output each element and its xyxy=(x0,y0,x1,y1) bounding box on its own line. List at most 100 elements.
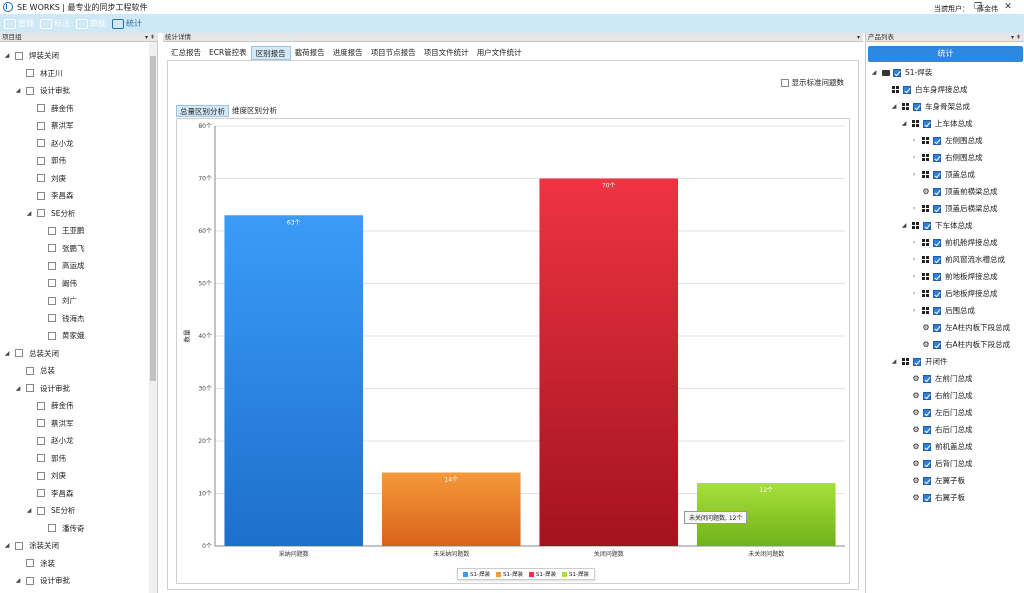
product-tree-item[interactable]: › 后地板焊接总成 xyxy=(910,285,998,302)
expand-arrow-icon[interactable]: ◢ xyxy=(14,87,22,94)
product-tree-item[interactable]: › 前地板焊接总成 xyxy=(910,268,998,285)
tree-checkbox[interactable] xyxy=(37,401,45,410)
tree-checkbox[interactable] xyxy=(37,174,45,182)
legend-item[interactable]: S1-焊装 xyxy=(561,570,589,578)
product-checkbox[interactable] xyxy=(933,238,941,247)
product-tree-item[interactable]: ◢ 开闭件 xyxy=(890,353,948,370)
product-checkbox[interactable] xyxy=(933,170,941,179)
manage-button[interactable]: 管理 xyxy=(4,18,34,29)
expand-arrow-icon[interactable]: › xyxy=(910,273,918,280)
product-checkbox[interactable] xyxy=(933,204,941,213)
product-checkbox[interactable] xyxy=(923,459,931,468)
product-checkbox[interactable] xyxy=(923,391,931,400)
tree-checkbox[interactable] xyxy=(26,384,34,392)
tree-checkbox[interactable] xyxy=(48,296,56,305)
project-tree-item[interactable]: 林正川 xyxy=(14,65,63,82)
analysis-subtab[interactable]: 维度区别分析 xyxy=(229,105,280,117)
project-tree-item[interactable]: 高运成 xyxy=(36,257,85,274)
product-tree-item[interactable]: ⚙ 右A柱内板下段总成 xyxy=(910,336,1010,353)
tree-checkbox[interactable] xyxy=(48,524,56,532)
expand-arrow-icon[interactable]: ◢ xyxy=(900,120,908,127)
tree-checkbox[interactable] xyxy=(48,331,56,340)
project-tree-item[interactable]: 李昌森 xyxy=(25,187,74,204)
expand-arrow-icon[interactable]: ◢ xyxy=(3,350,11,357)
project-tree-item[interactable]: 郭伟 xyxy=(25,450,66,467)
product-checkbox[interactable] xyxy=(923,442,931,451)
project-tree-item[interactable]: 刘庚 xyxy=(25,170,66,187)
tree-checkbox[interactable] xyxy=(37,104,45,112)
tree-checkbox[interactable] xyxy=(15,349,23,357)
tree-checkbox[interactable] xyxy=(48,244,56,252)
product-checkbox[interactable] xyxy=(913,102,921,111)
product-tree-item[interactable]: ⚙ 左A柱内板下段总成 xyxy=(910,319,1010,336)
report-tab[interactable]: ECR管控表 xyxy=(205,46,251,60)
product-tree-item[interactable]: 白车身焊接总成 xyxy=(880,81,968,98)
show-standard-checkbox[interactable] xyxy=(780,78,789,87)
tree-checkbox[interactable] xyxy=(26,559,34,567)
expand-arrow-icon[interactable]: › xyxy=(910,307,918,314)
report-tab[interactable]: 项目文件统计 xyxy=(420,46,473,60)
product-checkbox[interactable] xyxy=(933,340,941,349)
expand-arrow-icon[interactable]: ◢ xyxy=(3,542,11,549)
product-checkbox[interactable] xyxy=(923,374,931,383)
product-checkbox[interactable] xyxy=(933,153,941,162)
project-tree-item[interactable]: 张鹏飞 xyxy=(36,240,85,257)
product-checkbox[interactable] xyxy=(893,68,901,77)
expand-arrow-icon[interactable]: ◢ xyxy=(14,577,22,584)
project-tree-item[interactable]: ◢ 设计审批 xyxy=(14,82,70,99)
expand-arrow-icon[interactable]: ◢ xyxy=(3,52,11,59)
project-tree-item[interactable]: 阚伟 xyxy=(36,275,77,292)
tree-checkbox[interactable] xyxy=(37,209,45,217)
analysis-subtab[interactable]: 总量区别分析 xyxy=(176,105,229,117)
product-tree-item[interactable]: ⚙ 右前门总成 xyxy=(900,387,972,404)
product-tree-item[interactable]: ⚙ 顶盖前横梁总成 xyxy=(910,183,997,200)
product-checkbox[interactable] xyxy=(923,493,931,502)
product-tree-item[interactable]: ⚙ 前机盖总成 xyxy=(900,438,972,455)
expand-arrow-icon[interactable]: ◢ xyxy=(870,69,878,76)
product-checkbox[interactable] xyxy=(913,357,921,366)
product-tree-item[interactable]: › 前机舱焊接总成 xyxy=(910,234,998,251)
project-tree-item[interactable]: 钱海杰 xyxy=(36,310,85,327)
expand-arrow-icon[interactable]: › xyxy=(910,239,918,246)
tree-checkbox[interactable] xyxy=(37,489,45,497)
project-tree-item[interactable]: ◢ 设计审批 xyxy=(14,380,70,397)
product-checkbox[interactable] xyxy=(923,119,931,128)
product-tree-item[interactable]: › 顶盖后横梁总成 xyxy=(910,200,998,217)
left-scrollbar-thumb[interactable] xyxy=(150,56,156,381)
show-standard-toggle[interactable]: 显示标准问题数 xyxy=(780,77,844,88)
tree-checkbox[interactable] xyxy=(37,454,45,462)
project-tree-item[interactable]: 赵小龙 xyxy=(25,135,74,152)
project-tree-item[interactable]: 薛金伟 xyxy=(25,397,74,414)
report-tab[interactable]: 用户文件统计 xyxy=(473,46,526,60)
tree-checkbox[interactable] xyxy=(48,279,56,287)
project-tree-item[interactable]: 蔡洪军 xyxy=(25,117,74,134)
product-tree-item[interactable]: › 后围总成 xyxy=(910,302,975,319)
product-checkbox[interactable] xyxy=(923,425,931,434)
expand-arrow-icon[interactable]: ◢ xyxy=(890,358,898,365)
project-tree-item[interactable]: 涂装 xyxy=(14,555,55,572)
report-tab[interactable]: 汇总报告 xyxy=(167,46,205,60)
run-statistics-button[interactable]: 统计 xyxy=(868,46,1023,62)
product-tree-item[interactable]: ⚙ 左翼子板 xyxy=(900,472,965,489)
product-checkbox[interactable] xyxy=(933,272,941,281)
tree-checkbox[interactable] xyxy=(48,261,56,270)
product-checkbox[interactable] xyxy=(923,221,931,230)
product-checkbox[interactable] xyxy=(933,289,941,298)
project-tree-item[interactable]: ◢ 设计审批 xyxy=(14,572,70,589)
product-checkbox[interactable] xyxy=(933,187,941,196)
expand-arrow-icon[interactable]: › xyxy=(910,171,918,178)
project-tree-item[interactable]: ◢ 总装关闭 xyxy=(3,345,59,362)
product-checkbox[interactable] xyxy=(933,255,941,264)
tree-checkbox[interactable] xyxy=(37,191,45,200)
expand-arrow-icon[interactable]: › xyxy=(910,256,918,263)
product-tree-item[interactable]: › 左侧围总成 xyxy=(910,132,983,149)
project-tree-item[interactable]: 刘广 xyxy=(36,292,77,309)
product-tree-item[interactable]: ⚙ 后背门总成 xyxy=(900,455,972,472)
legend-item[interactable]: S1-焊装 xyxy=(528,570,556,578)
report-tab[interactable]: 项目节点报告 xyxy=(367,46,420,60)
project-tree-item[interactable]: 赵小龙 xyxy=(25,432,74,449)
project-tree-item[interactable]: ◢ SE分析 xyxy=(25,205,76,222)
tree-checkbox[interactable] xyxy=(48,226,56,235)
project-tree-item[interactable]: 薛金伟 xyxy=(25,100,74,117)
left-panel-pin-icon[interactable]: ▾ ⇞ xyxy=(145,33,155,42)
